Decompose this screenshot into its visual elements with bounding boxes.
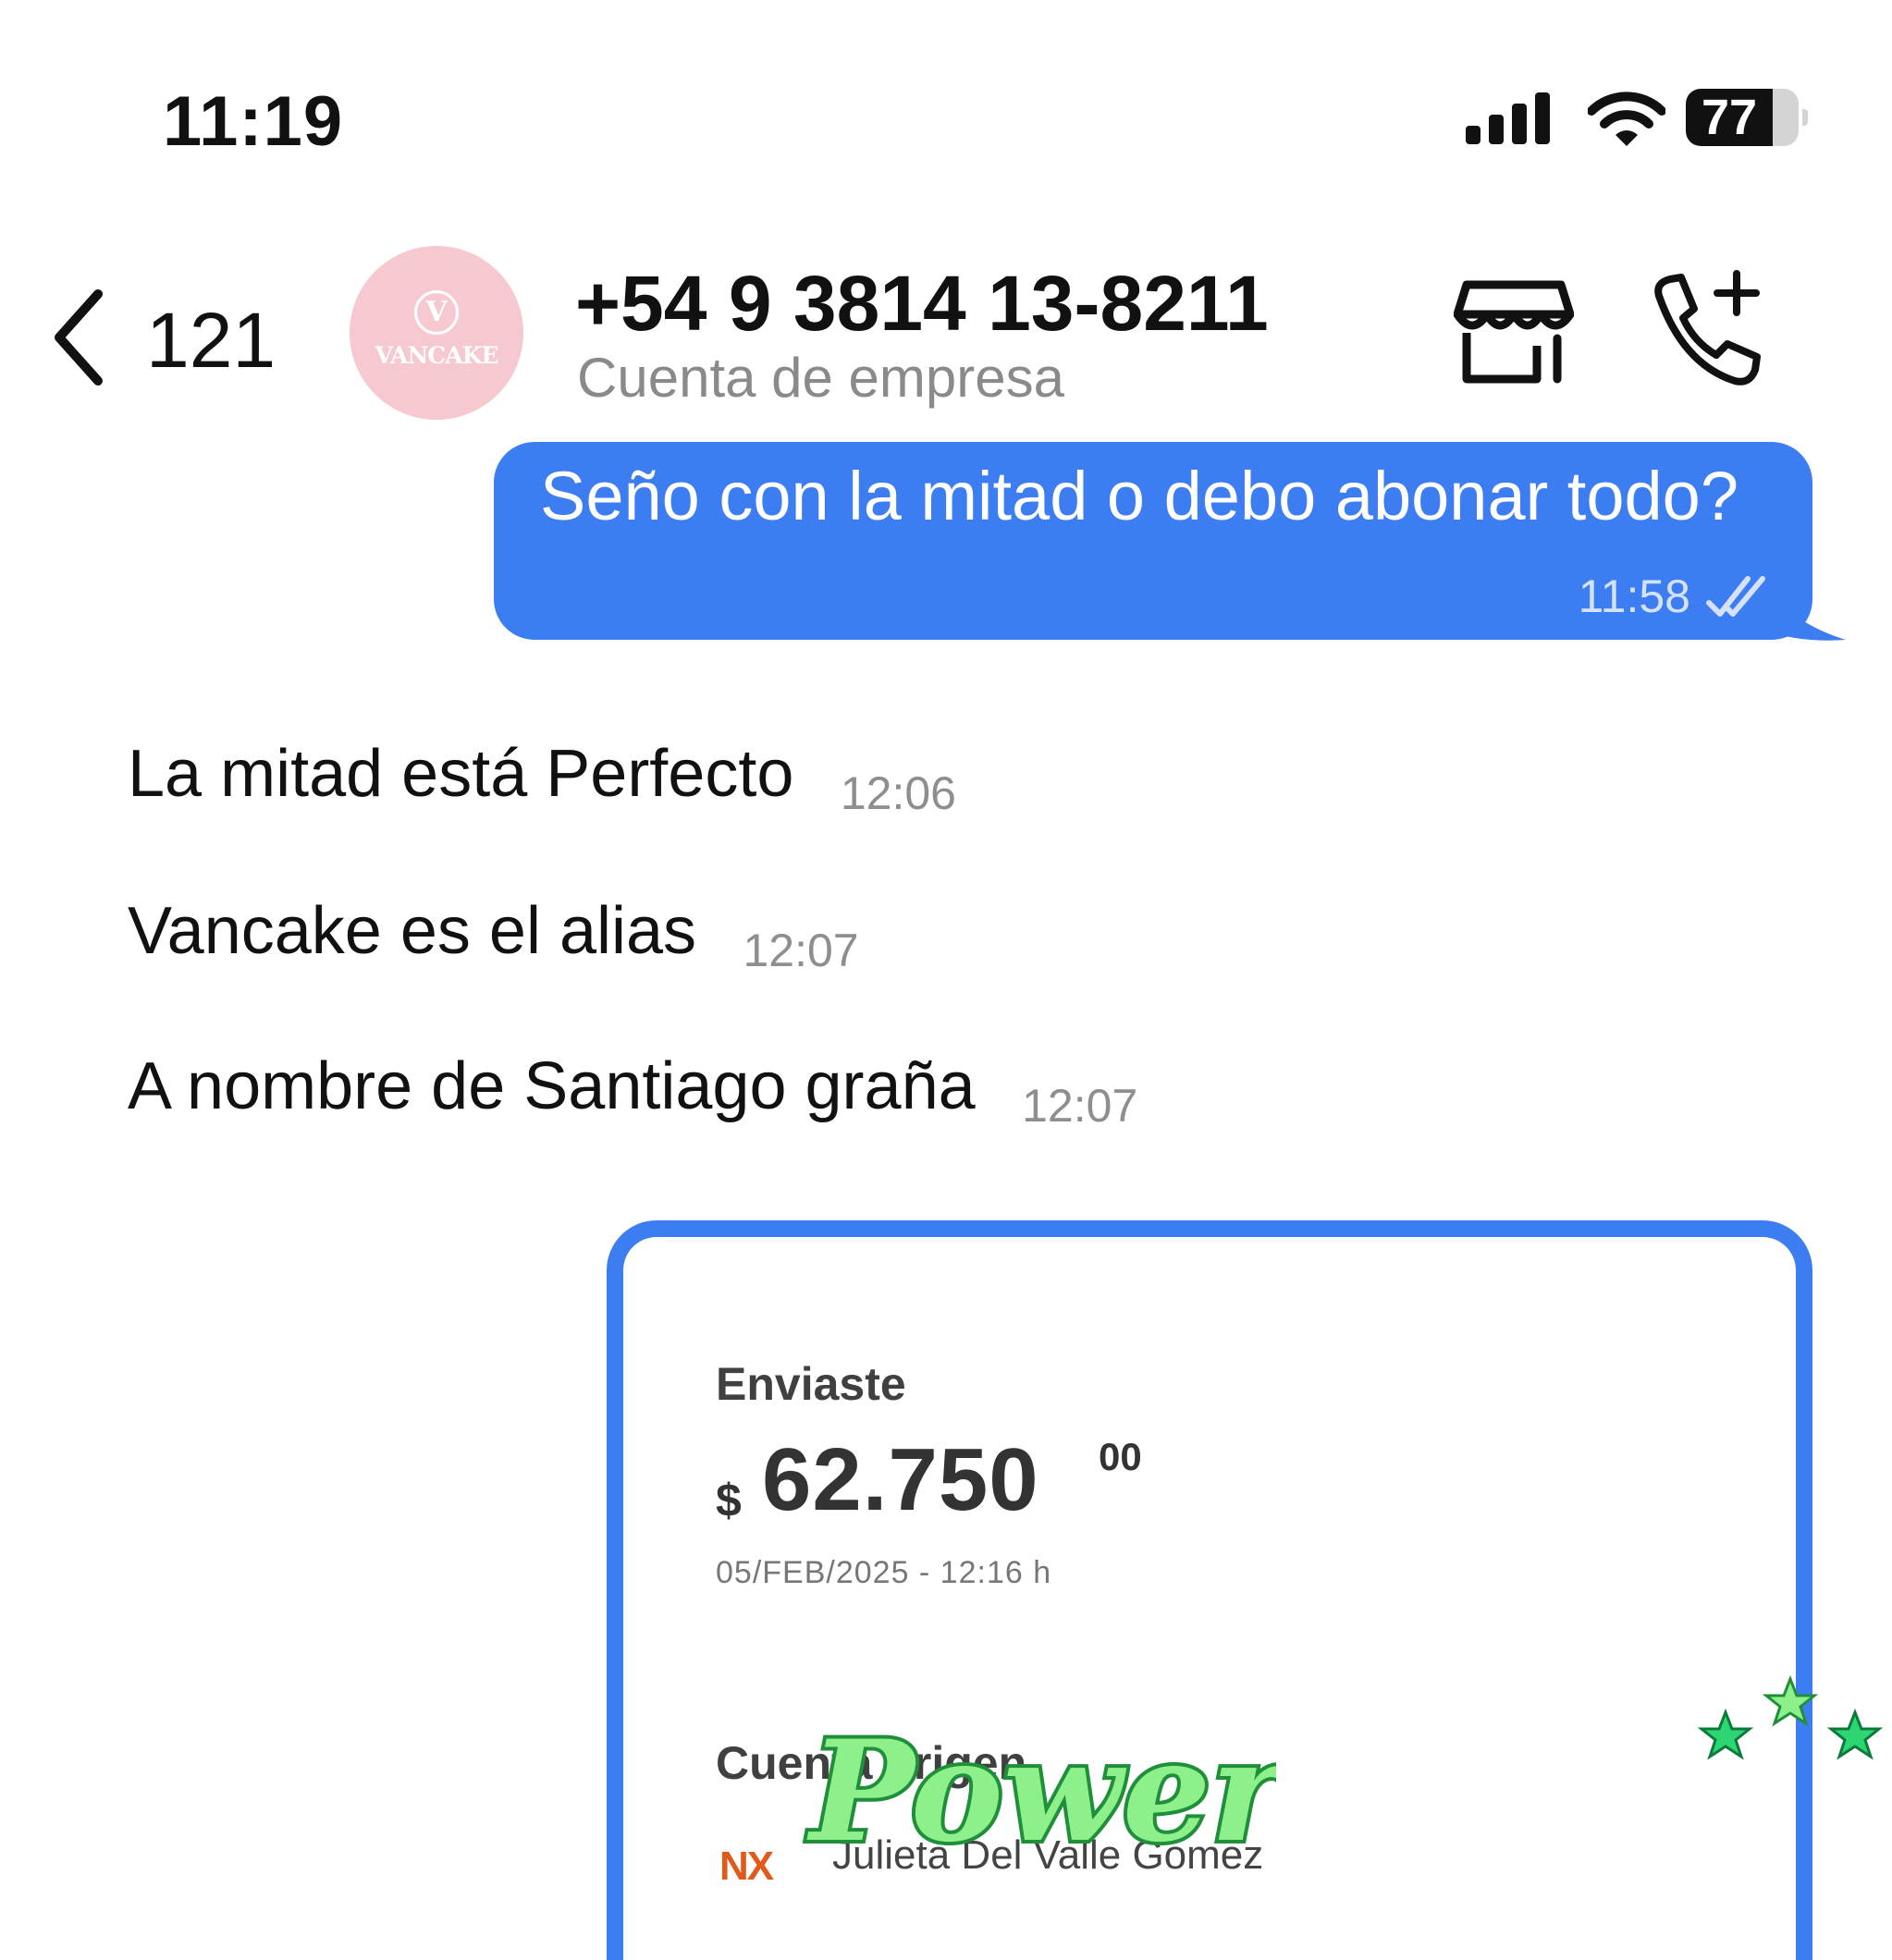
message-text: A nombre de Santiago graña bbox=[128, 1049, 976, 1123]
contact-name[interactable]: +54 9 3814 13-8211 bbox=[575, 259, 1269, 349]
message-text: Vancake es el alias bbox=[128, 894, 697, 968]
message-time: 12:06 bbox=[840, 767, 956, 819]
stars-decoration bbox=[1698, 1675, 1884, 1760]
store-icon[interactable] bbox=[1454, 277, 1574, 386]
receipt-cents: 00 bbox=[1099, 1435, 1142, 1478]
message-text: La mitad está Perfecto bbox=[128, 737, 794, 811]
receipt-date: 05/FEB/2025 - 12:16 h bbox=[716, 1555, 1052, 1590]
unread-count: 121 bbox=[146, 297, 276, 384]
cellular-signal-icon bbox=[1466, 92, 1551, 144]
outgoing-message[interactable]: Seño con la mitad o debo abonar todo? 11… bbox=[494, 442, 1812, 640]
power-sticker: Power bbox=[803, 1710, 1276, 1877]
incoming-message[interactable]: A nombre de Santiago graña 12:07 bbox=[128, 1048, 1137, 1132]
avatar-initial: V bbox=[414, 290, 459, 335]
message-text: Seño con la mitad o debo abonar todo? bbox=[540, 458, 1738, 534]
message-time: 12:07 bbox=[743, 925, 859, 976]
back-button[interactable]: 121 bbox=[37, 277, 277, 398]
add-call-icon[interactable] bbox=[1646, 270, 1766, 390]
bank-logo: NX bbox=[719, 1844, 774, 1889]
avatar[interactable]: V VANCAKE bbox=[350, 246, 523, 420]
incoming-message[interactable]: La mitad está Perfecto 12:06 bbox=[128, 736, 956, 819]
avatar-logo-text: VANCAKE bbox=[375, 342, 499, 369]
battery-icon: 77 bbox=[1686, 89, 1799, 146]
receipt-label: Enviaste bbox=[716, 1358, 906, 1410]
receipt-amount: 62.750 bbox=[762, 1430, 1039, 1529]
status-time: 11:19 bbox=[163, 82, 344, 161]
double-check-icon bbox=[1706, 576, 1765, 617]
battery-cap bbox=[1802, 109, 1808, 126]
battery-percent: 77 bbox=[1701, 90, 1758, 145]
message-time: 12:07 bbox=[1022, 1080, 1138, 1132]
incoming-message[interactable]: Vancake es el alias 12:07 bbox=[128, 893, 859, 976]
receipt-currency: $ bbox=[716, 1475, 742, 1526]
status-icons: 77 bbox=[1466, 85, 1808, 152]
wifi-icon bbox=[1588, 92, 1665, 146]
contact-subtitle: Cuenta de empresa bbox=[577, 347, 1064, 409]
chevron-left-icon bbox=[55, 289, 103, 386]
sticker-text: Power bbox=[806, 1710, 1276, 1873]
message-time: 11:58 bbox=[1578, 570, 1690, 622]
